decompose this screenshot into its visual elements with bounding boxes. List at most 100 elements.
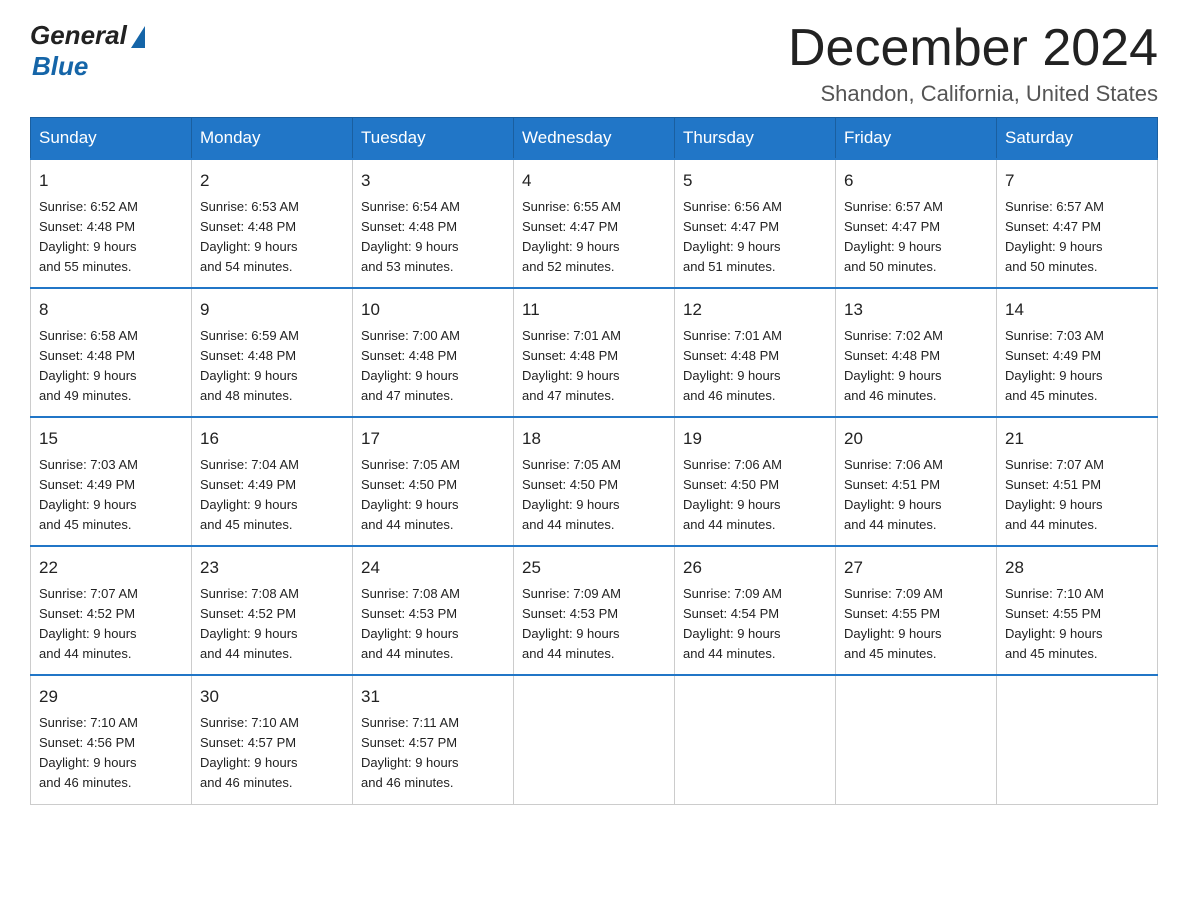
day-number-2: 2 xyxy=(200,168,344,194)
day-info-3: Sunrise: 6:54 AMSunset: 4:48 PMDaylight:… xyxy=(361,197,505,278)
day-info-22: Sunrise: 7:07 AMSunset: 4:52 PMDaylight:… xyxy=(39,584,183,665)
day-number-18: 18 xyxy=(522,426,666,452)
calendar-day-1: 1 Sunrise: 6:52 AMSunset: 4:48 PMDaylight… xyxy=(31,159,192,288)
calendar-day-29: 29 Sunrise: 7:10 AMSunset: 4:56 PMDayligh… xyxy=(31,675,192,804)
day-info-24: Sunrise: 7:08 AMSunset: 4:53 PMDaylight:… xyxy=(361,584,505,665)
calendar-table: SundayMondayTuesdayWednesdayThursdayFrid… xyxy=(30,117,1158,804)
calendar-day-13: 13Sunrise: 7:02 AMSunset: 4:48 PMDayligh… xyxy=(836,288,997,417)
calendar-day-7: 7Sunrise: 6:57 AMSunset: 4:47 PMDaylight… xyxy=(997,159,1158,288)
logo-general-text: General xyxy=(30,20,127,51)
logo-triangle-icon xyxy=(131,26,145,48)
day-info-23: Sunrise: 7:08 AMSunset: 4:52 PMDaylight:… xyxy=(200,584,344,665)
day-info-25: Sunrise: 7:09 AMSunset: 4:53 PMDaylight:… xyxy=(522,584,666,665)
location-subtitle: Shandon, California, United States xyxy=(788,81,1158,107)
day-info-2: Sunrise: 6:53 AMSunset: 4:48 PMDaylight:… xyxy=(200,197,344,278)
calendar-day-24: 24 Sunrise: 7:08 AMSunset: 4:53 PMDayligh… xyxy=(353,546,514,675)
day-info-17: Sunrise: 7:05 AMSunset: 4:50 PMDaylight:… xyxy=(361,455,505,536)
calendar-day-10: 10 Sunrise: 7:00 AMSunset: 4:48 PMDayligh… xyxy=(353,288,514,417)
calendar-day-14: 14 Sunrise: 7:03 AMSunset: 4:49 PMDayligh… xyxy=(997,288,1158,417)
calendar-day-17: 17Sunrise: 7:05 AMSunset: 4:50 PMDayligh… xyxy=(353,417,514,546)
day-number-26: 26 xyxy=(683,555,827,581)
day-number-24: 24 xyxy=(361,555,505,581)
calendar-day-22: 22 Sunrise: 7:07 AMSunset: 4:52 PMDayligh… xyxy=(31,546,192,675)
day-info-31: Sunrise: 7:11 AMSunset: 4:57 PMDaylight:… xyxy=(361,713,505,794)
day-info-29: Sunrise: 7:10 AMSunset: 4:56 PMDaylight:… xyxy=(39,713,183,794)
calendar-header-wednesday: Wednesday xyxy=(514,118,675,160)
day-info-21: Sunrise: 7:07 AMSunset: 4:51 PMDaylight:… xyxy=(1005,455,1149,536)
day-info-27: Sunrise: 7:09 AMSunset: 4:55 PMDaylight:… xyxy=(844,584,988,665)
day-number-14: 14 xyxy=(1005,297,1149,323)
day-number-25: 25 xyxy=(522,555,666,581)
calendar-header-tuesday: Tuesday xyxy=(353,118,514,160)
calendar-empty-cell xyxy=(836,675,997,804)
day-number-28: 28 xyxy=(1005,555,1149,581)
day-number-29: 29 xyxy=(39,684,183,710)
calendar-week-row-1: 1 Sunrise: 6:52 AMSunset: 4:48 PMDaylight… xyxy=(31,159,1158,288)
day-number-22: 22 xyxy=(39,555,183,581)
day-info-28: Sunrise: 7:10 AMSunset: 4:55 PMDaylight:… xyxy=(1005,584,1149,665)
day-number-1: 1 xyxy=(39,168,183,194)
calendar-day-4: 4 Sunrise: 6:55 AMSunset: 4:47 PMDaylight… xyxy=(514,159,675,288)
day-info-15: Sunrise: 7:03 AMSunset: 4:49 PMDaylight:… xyxy=(39,455,183,536)
day-number-20: 20 xyxy=(844,426,988,452)
day-number-12: 12 xyxy=(683,297,827,323)
day-info-4: Sunrise: 6:55 AMSunset: 4:47 PMDaylight:… xyxy=(522,197,666,278)
day-info-20: Sunrise: 7:06 AMSunset: 4:51 PMDaylight:… xyxy=(844,455,988,536)
calendar-day-28: 28 Sunrise: 7:10 AMSunset: 4:55 PMDayligh… xyxy=(997,546,1158,675)
logo: General Blue xyxy=(30,20,145,82)
day-number-31: 31 xyxy=(361,684,505,710)
calendar-week-row-4: 22 Sunrise: 7:07 AMSunset: 4:52 PMDayligh… xyxy=(31,546,1158,675)
day-info-8: Sunrise: 6:58 AMSunset: 4:48 PMDaylight:… xyxy=(39,326,183,407)
calendar-day-25: 25 Sunrise: 7:09 AMSunset: 4:53 PMDayligh… xyxy=(514,546,675,675)
calendar-header-saturday: Saturday xyxy=(997,118,1158,160)
day-number-21: 21 xyxy=(1005,426,1149,452)
day-number-4: 4 xyxy=(522,168,666,194)
day-info-7: Sunrise: 6:57 AMSunset: 4:47 PMDaylight:… xyxy=(1005,197,1149,278)
calendar-empty-cell xyxy=(997,675,1158,804)
calendar-day-20: 20 Sunrise: 7:06 AMSunset: 4:51 PMDayligh… xyxy=(836,417,997,546)
day-info-9: Sunrise: 6:59 AMSunset: 4:48 PMDaylight:… xyxy=(200,326,344,407)
calendar-header-thursday: Thursday xyxy=(675,118,836,160)
day-number-6: 6 xyxy=(844,168,988,194)
month-year-title: December 2024 xyxy=(788,20,1158,77)
calendar-day-3: 3 Sunrise: 6:54 AMSunset: 4:48 PMDaylight… xyxy=(353,159,514,288)
calendar-day-15: 15Sunrise: 7:03 AMSunset: 4:49 PMDayligh… xyxy=(31,417,192,546)
day-number-5: 5 xyxy=(683,168,827,194)
calendar-header-sunday: Sunday xyxy=(31,118,192,160)
calendar-day-18: 18 Sunrise: 7:05 AMSunset: 4:50 PMDayligh… xyxy=(514,417,675,546)
day-number-3: 3 xyxy=(361,168,505,194)
calendar-day-2: 2 Sunrise: 6:53 AMSunset: 4:48 PMDaylight… xyxy=(192,159,353,288)
day-info-26: Sunrise: 7:09 AMSunset: 4:54 PMDaylight:… xyxy=(683,584,827,665)
day-info-16: Sunrise: 7:04 AMSunset: 4:49 PMDaylight:… xyxy=(200,455,344,536)
calendar-header-friday: Friday xyxy=(836,118,997,160)
page-header: General Blue December 2024 Shandon, Cali… xyxy=(30,20,1158,107)
day-info-11: Sunrise: 7:01 AMSunset: 4:48 PMDaylight:… xyxy=(522,326,666,407)
day-number-16: 16 xyxy=(200,426,344,452)
calendar-day-11: 11 Sunrise: 7:01 AMSunset: 4:48 PMDayligh… xyxy=(514,288,675,417)
title-block: December 2024 Shandon, California, Unite… xyxy=(788,20,1158,107)
day-number-13: 13 xyxy=(844,297,988,323)
day-number-19: 19 xyxy=(683,426,827,452)
calendar-day-5: 5Sunrise: 6:56 AMSunset: 4:47 PMDaylight… xyxy=(675,159,836,288)
day-info-18: Sunrise: 7:05 AMSunset: 4:50 PMDaylight:… xyxy=(522,455,666,536)
calendar-empty-cell xyxy=(675,675,836,804)
calendar-day-31: 31 Sunrise: 7:11 AMSunset: 4:57 PMDayligh… xyxy=(353,675,514,804)
calendar-day-9: 9 Sunrise: 6:59 AMSunset: 4:48 PMDaylight… xyxy=(192,288,353,417)
calendar-day-26: 26 Sunrise: 7:09 AMSunset: 4:54 PMDayligh… xyxy=(675,546,836,675)
calendar-week-row-5: 29 Sunrise: 7:10 AMSunset: 4:56 PMDayligh… xyxy=(31,675,1158,804)
day-info-30: Sunrise: 7:10 AMSunset: 4:57 PMDaylight:… xyxy=(200,713,344,794)
calendar-day-23: 23Sunrise: 7:08 AMSunset: 4:52 PMDayligh… xyxy=(192,546,353,675)
day-number-27: 27 xyxy=(844,555,988,581)
calendar-day-8: 8Sunrise: 6:58 AMSunset: 4:48 PMDaylight… xyxy=(31,288,192,417)
calendar-empty-cell xyxy=(514,675,675,804)
day-number-11: 11 xyxy=(522,297,666,323)
day-info-1: Sunrise: 6:52 AMSunset: 4:48 PMDaylight:… xyxy=(39,197,183,278)
day-number-10: 10 xyxy=(361,297,505,323)
calendar-day-30: 30Sunrise: 7:10 AMSunset: 4:57 PMDayligh… xyxy=(192,675,353,804)
day-number-9: 9 xyxy=(200,297,344,323)
calendar-day-21: 21 Sunrise: 7:07 AMSunset: 4:51 PMDayligh… xyxy=(997,417,1158,546)
day-info-10: Sunrise: 7:00 AMSunset: 4:48 PMDaylight:… xyxy=(361,326,505,407)
day-info-14: Sunrise: 7:03 AMSunset: 4:49 PMDaylight:… xyxy=(1005,326,1149,407)
calendar-week-row-2: 8Sunrise: 6:58 AMSunset: 4:48 PMDaylight… xyxy=(31,288,1158,417)
day-info-19: Sunrise: 7:06 AMSunset: 4:50 PMDaylight:… xyxy=(683,455,827,536)
